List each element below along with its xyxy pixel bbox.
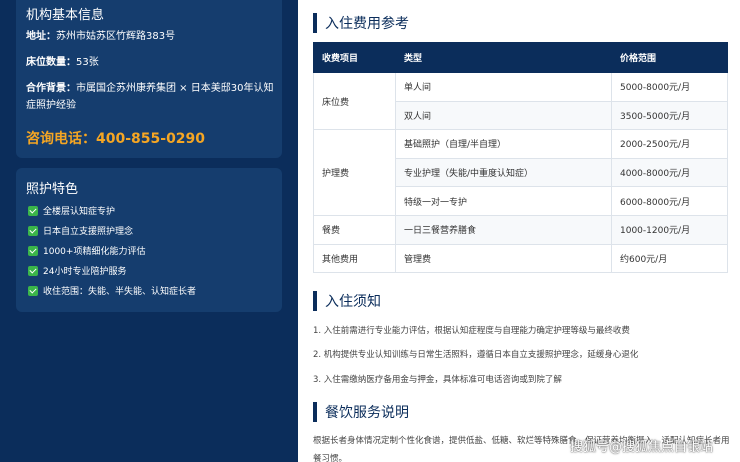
org-info-card: 机构基本信息 地址：苏州市姑苏区竹辉路383号 床位数量：53张 合作背景：市属… [16,0,282,158]
sidebar: 机构基本信息 地址：苏州市姑苏区竹辉路383号 床位数量：53张 合作背景：市属… [0,0,298,462]
background-row: 合作背景：市属国企苏州康养集团 × 日本美邸30年认知症照护经验 [26,80,276,114]
dining-heading: 餐饮服务说明 [313,401,409,423]
fee-item-cell: 床位费 [313,71,396,131]
beds-label: 床位数量： [26,57,76,68]
fee-price-cell: 1000-1200元/月 [611,214,728,245]
feature-item: 全楼层认知症专护 [28,204,115,217]
section-bar [313,13,317,33]
care-features-title: 照护特色 [26,182,79,197]
table-row: 其他费用 管理费 约600元/月 [313,243,728,274]
feature-item: 1000+项精细化能力评估 [28,244,145,257]
fee-type-cell: 单人间 [395,72,612,102]
section-bar [313,402,317,422]
table-row: 餐费 一日三餐营养膳食 1000-1200元/月 [313,214,728,245]
notice-item: 1. 入住前需进行专业能力评估，根据认知症程度与自理能力确定护理等级与最终收费 [313,326,630,336]
care-features-card: 照护特色 全楼层认知症专护 日本自立支援照护理念 1000+项精细化能力评估 2… [16,168,282,312]
fees-table: 收费项目 类型 价格范围 床位费 单人间 5000-8000元/月 双人间 35… [313,42,728,274]
background-label: 合作背景： [26,83,76,94]
notice-title: 入住须知 [325,294,381,310]
fee-price-cell: 6000-8000元/月 [611,186,728,216]
table-row: 护理费 基础照护（自理/半自理） 2000-2500元/月 [313,129,728,216]
table-row: 床位费 单人间 5000-8000元/月 [313,71,728,131]
watermark: 搜狐号@搜狐焦点自银站 [570,440,714,455]
fee-type-cell: 专业护理（失能/中重度认知症） [395,157,612,188]
feature-item: 24小时专业陪护服务 [28,264,126,277]
consult-phone[interactable]: 咨询电话：400-855-0290 [26,128,205,148]
fee-type-cell: 管理费 [395,243,612,274]
feature-item: 日本自立支援照护理念 [28,224,133,237]
fee-type-cell: 特级一对一专护 [395,186,612,216]
col-header: 价格范围 [611,42,728,73]
section-bar [313,291,317,311]
address-row: 地址：苏州市姑苏区竹辉路383号 [26,28,276,45]
fee-type-cell: 一日三餐营养膳食 [395,214,612,245]
beds-row: 床位数量：53张 [26,54,276,71]
fees-heading: 入住费用参考 [313,12,409,34]
check-icon [28,265,38,276]
fee-price-cell: 3500-5000元/月 [611,100,728,131]
fee-price-cell: 5000-8000元/月 [611,72,728,102]
dining-title: 餐饮服务说明 [325,405,409,421]
col-header: 收费项目 [313,42,396,73]
address-label: 地址： [26,31,56,42]
notice-heading: 入住须知 [313,290,381,312]
check-icon [28,205,38,216]
fee-type-cell: 基础照护（自理/半自理） [395,129,612,159]
org-info-title: 机构基本信息 [26,8,105,23]
col-header: 类型 [395,42,612,73]
beds-value: 53张 [76,57,99,68]
fee-price-cell: 4000-8000元/月 [611,157,728,188]
address-value: 苏州市姑苏区竹辉路383号 [56,31,176,42]
notice-item: 3. 入住需缴纳医疗备用金与押金，具体标准可电话咨询或到院了解 [313,375,562,385]
notice-item: 2. 机构提供专业认知训练与日常生活照料，遵循日本自立支援照护理念，延缓身心退化 [313,350,639,360]
fee-item-cell: 餐费 [313,214,396,245]
feature-item: 收住范围：失能、半失能、认知症长者 [28,284,196,297]
table-header-row: 收费项目 类型 价格范围 [313,42,728,73]
check-icon [28,225,38,236]
fees-title: 入住费用参考 [325,16,409,32]
fee-item-cell: 护理费 [313,129,396,216]
fee-item-cell: 其他费用 [313,243,396,274]
check-icon [28,285,38,296]
fee-price-cell: 2000-2500元/月 [611,129,728,159]
check-icon [28,245,38,256]
fee-type-cell: 双人间 [395,100,612,131]
fee-price-cell: 约600元/月 [611,243,728,274]
